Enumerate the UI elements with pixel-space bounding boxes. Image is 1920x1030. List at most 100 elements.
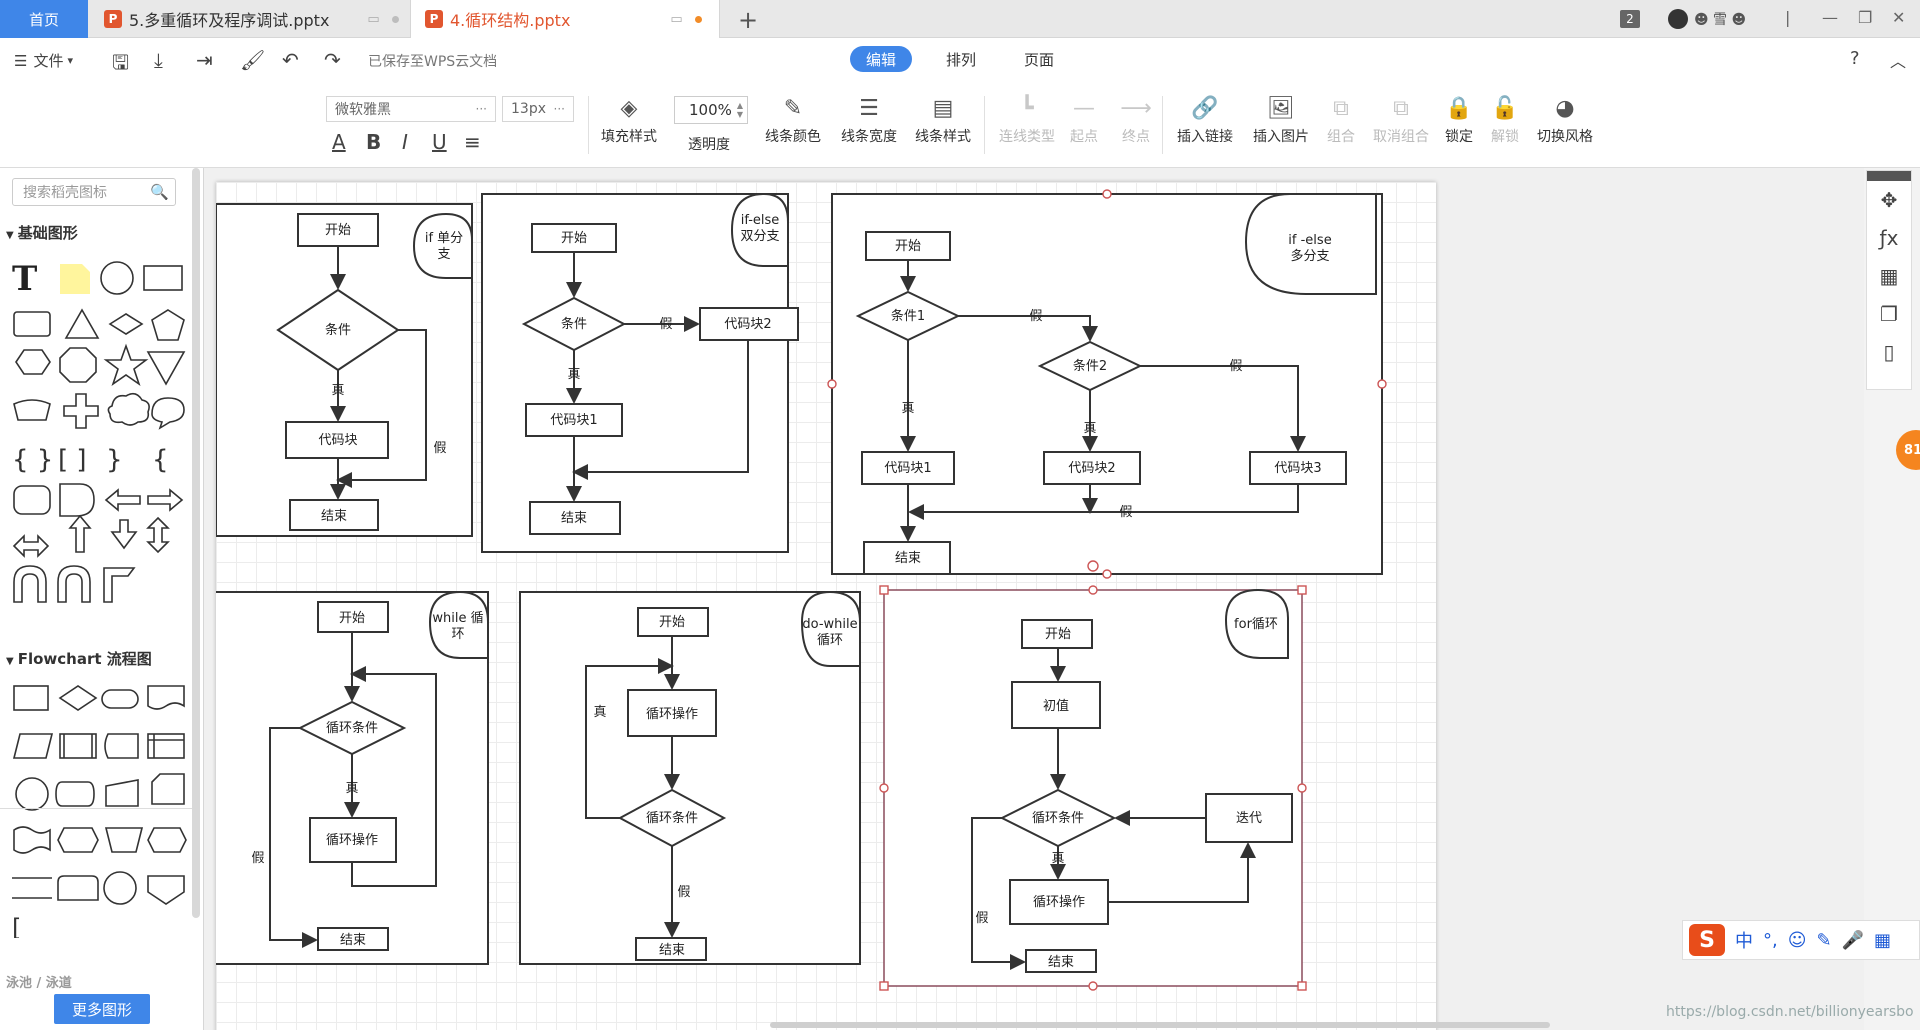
svg-text:{: {: [152, 445, 169, 475]
label-true: 真: [345, 781, 358, 796]
document-icon[interactable]: ▯: [1867, 333, 1911, 371]
download-icon[interactable]: ⤓: [154, 48, 163, 72]
user-account[interactable]: ☻ 雪 ☻: [1668, 0, 1746, 38]
menu-icon[interactable]: |: [1785, 8, 1790, 27]
tab-home[interactable]: 首页: [0, 0, 88, 38]
pptx-icon: P: [104, 10, 122, 28]
fill-style-tool[interactable]: ◈ 填充样式: [594, 96, 664, 146]
pages-icon[interactable]: ❐: [1867, 295, 1911, 333]
line-width-icon: ☰: [859, 96, 879, 121]
font-size-select[interactable]: 13px ···: [502, 96, 574, 122]
label-end: 结束: [1048, 955, 1074, 970]
drawing-page[interactable]: 开始 条件 真 代码块 结束 假 if 单分 支 开始 条件 假 代码块2 真 …: [216, 182, 1436, 1030]
ime-handwrite-icon[interactable]: ✎: [1817, 930, 1832, 951]
svg-text:T: T: [12, 259, 37, 299]
flowchart-diagram[interactable]: 开始 条件 真 代码块 结束 假 if 单分 支 开始 条件 假 代码块2 真 …: [216, 182, 1436, 1030]
insert-link-tool[interactable]: 🔗 插入链接: [1170, 96, 1240, 146]
floating-badge[interactable]: 81: [1896, 430, 1920, 470]
stepper-icon[interactable]: ▲ ▼: [737, 101, 743, 119]
insert-image-tool[interactable]: 🖼 插入图片: [1246, 96, 1316, 146]
align-icon[interactable]: ≡: [464, 130, 481, 154]
export-icon[interactable]: ⇥: [196, 48, 213, 72]
label-start: 开始: [325, 223, 351, 238]
sogou-logo-icon[interactable]: S: [1689, 924, 1725, 956]
canvas-area[interactable]: 开始 条件 真 代码块 结束 假 if 单分 支 开始 条件 假 代码块2 真 …: [204, 168, 1864, 1030]
label-iter: 迭代: [1236, 811, 1262, 826]
line-start-icon: —: [1073, 96, 1095, 121]
font-color-icon[interactable]: A: [332, 130, 346, 154]
palette-icon: ◕: [1555, 96, 1575, 121]
right-tool-rail: ✥ ƒx ▦ ❐ ▯: [1866, 170, 1912, 390]
section-basic-shapes[interactable]: ▼ 基础图形: [6, 222, 78, 243]
ime-toolbox-icon[interactable]: ▦: [1874, 930, 1891, 951]
format-painter-icon[interactable]: 🖌: [240, 48, 265, 72]
switch-style-tool[interactable]: ◕ 切换风格: [1530, 96, 1600, 146]
panel-scrollbar[interactable]: [192, 168, 200, 918]
mode-edit-tab[interactable]: 编辑: [850, 46, 913, 72]
ime-emoji-icon[interactable]: ☺: [1788, 930, 1807, 951]
bold-icon[interactable]: B: [366, 130, 381, 154]
italic-icon[interactable]: I: [402, 130, 408, 154]
minimize-icon[interactable]: —: [1822, 8, 1838, 27]
collapse-icon[interactable]: ︿: [1890, 48, 1906, 72]
group-tool[interactable]: ⧉ 组合: [1308, 96, 1374, 146]
line-end-tool[interactable]: ⟶ 终点: [1106, 96, 1166, 146]
label-true: 真: [567, 367, 580, 382]
pptx-icon: P: [425, 10, 443, 28]
label-cond2: 条件2: [1073, 358, 1107, 374]
tab-doc-1[interactable]: P 5.多重循环及程序调试.pptx ▭: [90, 0, 410, 38]
redo-icon[interactable]: ↷: [324, 48, 341, 72]
more-shapes-button[interactable]: 更多图形: [54, 994, 150, 1024]
title-if-single-2: 支: [437, 247, 450, 262]
font-family-select[interactable]: 微软雅黑 ···: [326, 96, 496, 122]
tab-doc-2[interactable]: P 4.循环结构.pptx ▭: [410, 0, 720, 38]
file-menu[interactable]: ☰ 文件 ▾: [14, 50, 73, 71]
basic-shapes-grid[interactable]: T { } [ ] } {: [8, 256, 192, 626]
label-true: 真: [593, 705, 606, 720]
image-icon: 🖼: [1267, 96, 1295, 121]
monitor-icon[interactable]: ▭: [367, 12, 379, 27]
monitor-icon[interactable]: ▭: [670, 12, 682, 27]
label-cond: 条件: [325, 322, 351, 338]
mode-page-tab[interactable]: 页面: [1008, 46, 1070, 72]
search-icon[interactable]: 🔍: [150, 183, 169, 201]
mode-arrange-tab[interactable]: 排列: [930, 46, 992, 72]
label-code: 代码块: [318, 433, 357, 448]
unlock-tool[interactable]: 🔓 解锁: [1472, 96, 1538, 146]
close-icon[interactable]: ✕: [1892, 8, 1905, 27]
ime-punctuation-icon[interactable]: °,: [1763, 930, 1778, 951]
hamburger-icon: ☰: [14, 51, 28, 70]
line-start-tool[interactable]: — 起点: [1054, 96, 1114, 146]
line-color-tool[interactable]: ✎ 线条颜色: [758, 96, 828, 146]
connector-type-tool[interactable]: ┗ 连线类型: [992, 96, 1062, 146]
formula-icon[interactable]: ƒx: [1867, 219, 1911, 257]
new-tab-button[interactable]: +: [738, 6, 758, 34]
title-if-else: if-else: [741, 213, 780, 228]
label-end: 结束: [659, 943, 685, 958]
window-count[interactable]: 2: [1620, 0, 1640, 38]
label-false: 假: [975, 911, 988, 926]
section-flowchart[interactable]: ▼ Flowchart 流程图: [6, 648, 152, 669]
label-start: 开始: [561, 231, 587, 246]
line-style-tool[interactable]: ▤ 线条样式: [908, 96, 978, 146]
svg-text:{ }: { }: [12, 445, 53, 475]
ime-mic-icon[interactable]: 🎤: [1842, 930, 1864, 951]
opacity-input[interactable]: 100% ▲ ▼: [674, 96, 748, 124]
title-for: for循环: [1234, 617, 1278, 632]
label-false: 假: [1229, 359, 1242, 374]
label-code3: 代码块3: [1274, 461, 1321, 476]
restore-icon[interactable]: ❐: [1858, 8, 1872, 27]
calendar-icon[interactable]: ▦: [1867, 257, 1911, 295]
save-icon[interactable]: 🖫: [112, 48, 129, 82]
navigator-icon[interactable]: ✥: [1867, 181, 1911, 219]
undo-icon[interactable]: ↶: [282, 48, 299, 72]
label-cond1: 条件1: [891, 308, 925, 324]
canvas-horizontal-scrollbar[interactable]: [770, 1022, 1550, 1028]
underline-icon[interactable]: U: [432, 130, 447, 154]
section-next[interactable]: 泳池 / 泳道: [6, 972, 72, 991]
label-loop-op: 循环操作: [1033, 894, 1085, 910]
ime-mode-chinese[interactable]: 中: [1735, 927, 1753, 953]
line-width-tool[interactable]: ☰ 线条宽度: [834, 96, 904, 146]
shape-search-input[interactable]: 搜索稻壳图标 🔍: [12, 178, 176, 206]
help-icon[interactable]: ?: [1850, 48, 1860, 69]
